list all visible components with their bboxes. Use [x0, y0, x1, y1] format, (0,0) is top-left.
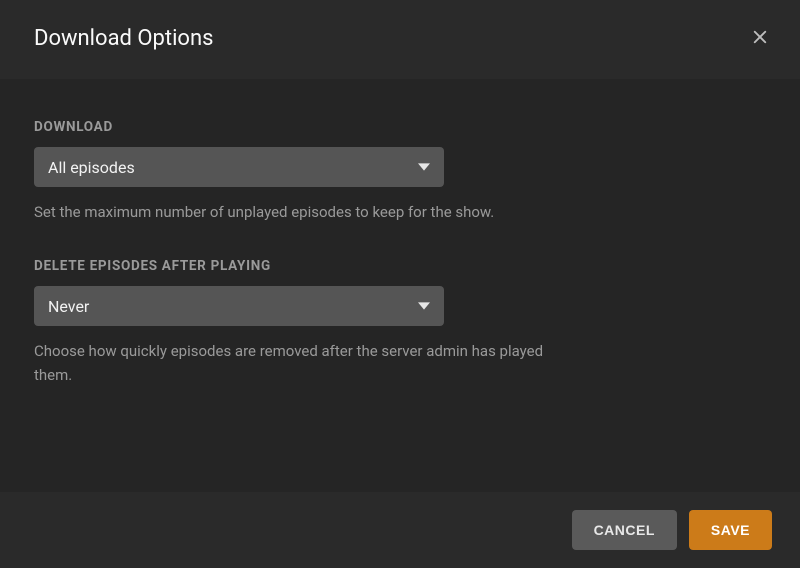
download-help-text: Set the maximum number of unplayed episo…	[34, 201, 574, 224]
download-select[interactable]: All episodes	[34, 147, 444, 187]
delete-after-label: DELETE EPISODES AFTER PLAYING	[34, 258, 766, 274]
download-select-value: All episodes	[48, 158, 135, 177]
modal-title: Download Options	[34, 26, 213, 51]
download-options-modal: Download Options DOWNLOAD All episodes S	[0, 0, 800, 568]
download-field-group: DOWNLOAD All episodes Set the maximum nu…	[34, 119, 766, 224]
delete-after-select-wrap: Never	[34, 286, 444, 326]
close-button[interactable]	[748, 27, 772, 51]
download-select-wrap: All episodes	[34, 147, 444, 187]
save-button[interactable]: SAVE	[689, 510, 772, 550]
modal-footer: CANCEL SAVE	[0, 492, 800, 568]
delete-after-help-text: Choose how quickly episodes are removed …	[34, 340, 574, 387]
download-label: DOWNLOAD	[34, 119, 766, 135]
close-icon	[751, 28, 769, 50]
delete-after-field-group: DELETE EPISODES AFTER PLAYING Never Choo…	[34, 258, 766, 387]
cancel-button[interactable]: CANCEL	[572, 510, 677, 550]
modal-header: Download Options	[0, 0, 800, 79]
delete-after-select[interactable]: Never	[34, 286, 444, 326]
modal-body: DOWNLOAD All episodes Set the maximum nu…	[0, 79, 800, 492]
delete-after-select-value: Never	[48, 297, 89, 316]
